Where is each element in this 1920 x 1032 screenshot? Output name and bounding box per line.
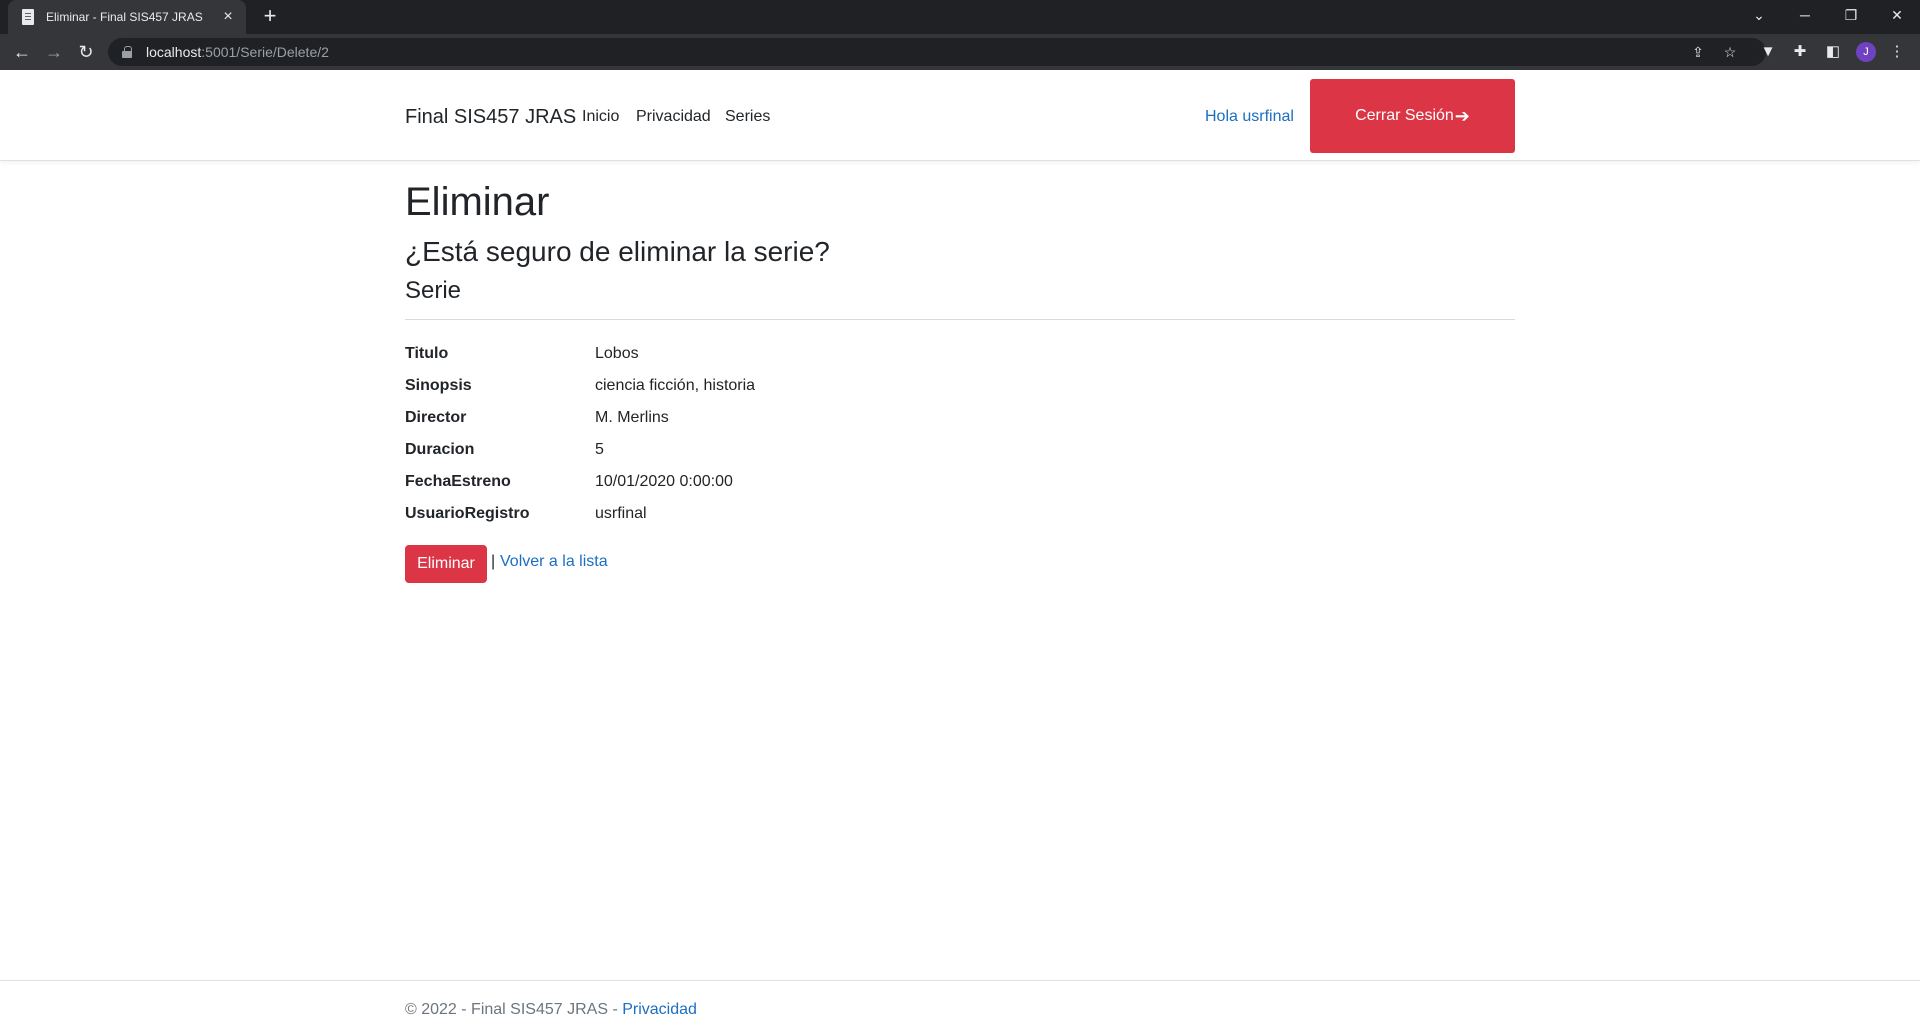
profile-avatar[interactable]: J xyxy=(1856,42,1876,62)
browser-toolbar: ← → ↻ localhost:5001/Serie/Delete/2 ⇪ ☆ … xyxy=(0,34,1920,70)
detail-label: Sinopsis xyxy=(405,377,472,394)
detail-value: 10/01/2020 0:00:00 xyxy=(595,473,733,490)
address-bar[interactable]: localhost:5001/Serie/Delete/2 ⇪ ☆ xyxy=(108,38,1766,66)
page-viewport: Final SIS457 JRAS Inicio Privacidad Seri… xyxy=(0,70,1920,1032)
detail-row: Sinopsis ciencia ficción, historia xyxy=(405,370,1515,402)
browser-tabstrip: Eliminar - Final SIS457 JRAS × + ⌄ ─ ❐ ✕ xyxy=(0,0,1920,34)
footer-copyright: © 2022 - Final SIS457 JRAS - xyxy=(405,1001,623,1018)
logout-button[interactable]: Cerrar Sesión ➔ xyxy=(1310,79,1515,153)
detail-value: ciencia ficción, historia xyxy=(595,377,756,394)
extensions-puzzle-icon[interactable]: ✚ xyxy=(1790,42,1810,62)
menu-kebab-icon[interactable]: ⋮ xyxy=(1887,42,1907,62)
separator: | xyxy=(491,553,496,570)
tab-search-icon[interactable]: ⌄ xyxy=(1736,0,1782,30)
tab-title: Eliminar - Final SIS457 JRAS xyxy=(46,10,203,24)
brand-link[interactable]: Final SIS457 JRAS xyxy=(405,106,576,129)
bookmark-star-icon[interactable]: ☆ xyxy=(1720,42,1740,62)
back-to-list-link[interactable]: Volver a la lista xyxy=(500,553,608,571)
site-footer: © 2022 - Final SIS457 JRAS - Privacidad xyxy=(0,980,1920,1032)
footer-privacy-link[interactable]: Privacidad xyxy=(622,1001,697,1018)
nav-link-series[interactable]: Series xyxy=(725,108,770,126)
minimize-button[interactable]: ─ xyxy=(1782,0,1828,30)
url-path: :5001/Serie/Delete/2 xyxy=(201,44,329,60)
detail-label: Director xyxy=(405,409,467,426)
detail-row: Duracion 5 xyxy=(405,434,1515,466)
back-icon[interactable]: ← xyxy=(10,40,34,64)
side-panel-icon[interactable]: ◧ xyxy=(1823,42,1843,62)
footer-text-container: © 2022 - Final SIS457 JRAS - Privacidad xyxy=(405,1001,697,1019)
detail-label: FechaEstreno xyxy=(405,473,511,490)
share-icon[interactable]: ⇪ xyxy=(1688,42,1708,62)
page-icon xyxy=(20,9,36,25)
detail-label: UsuarioRegistro xyxy=(405,505,530,522)
page-title: Eliminar xyxy=(405,180,550,224)
nav-link-inicio[interactable]: Inicio xyxy=(582,108,619,126)
user-greeting-link[interactable]: Hola usrfinal xyxy=(1205,108,1294,126)
arrow-right-icon: ➔ xyxy=(1454,105,1470,126)
url-host: localhost xyxy=(146,44,202,60)
logout-label: Cerrar Sesión xyxy=(1355,107,1454,124)
delete-button[interactable]: Eliminar xyxy=(405,545,487,583)
divider xyxy=(405,319,1515,320)
detail-row: Director M. Merlins xyxy=(405,402,1515,434)
nav-link-privacidad[interactable]: Privacidad xyxy=(636,108,711,126)
detail-row: Titulo Lobos xyxy=(405,338,1515,370)
entity-heading: Serie xyxy=(405,277,462,304)
detail-value: M. Merlins xyxy=(595,409,669,426)
lock-icon[interactable] xyxy=(122,46,132,58)
new-tab-button[interactable]: + xyxy=(258,5,282,29)
forward-icon[interactable]: → xyxy=(42,40,66,64)
detail-label: Titulo xyxy=(405,345,449,362)
site-navbar: Final SIS457 JRAS Inicio Privacidad Seri… xyxy=(0,70,1920,161)
detail-row: UsuarioRegistro usrfinal xyxy=(405,498,1515,530)
detail-row: FechaEstreno 10/01/2020 0:00:00 xyxy=(405,466,1515,498)
extension-v-icon[interactable]: ▼ xyxy=(1758,42,1778,62)
detail-label: Duracion xyxy=(405,441,475,458)
details-list: Titulo Lobos Sinopsis ciencia ficción, h… xyxy=(405,338,1515,530)
restore-button[interactable]: ❐ xyxy=(1828,0,1874,30)
browser-tab[interactable]: Eliminar - Final SIS457 JRAS × xyxy=(8,0,246,34)
detail-value: 5 xyxy=(595,441,604,458)
detail-value: Lobos xyxy=(595,345,639,362)
reload-icon[interactable]: ↻ xyxy=(74,40,98,64)
confirm-question: ¿Está seguro de eliminar la serie? xyxy=(405,236,830,267)
close-tab-icon[interactable]: × xyxy=(220,9,236,25)
detail-value: usrfinal xyxy=(595,505,647,522)
close-window-button[interactable]: ✕ xyxy=(1874,0,1920,30)
